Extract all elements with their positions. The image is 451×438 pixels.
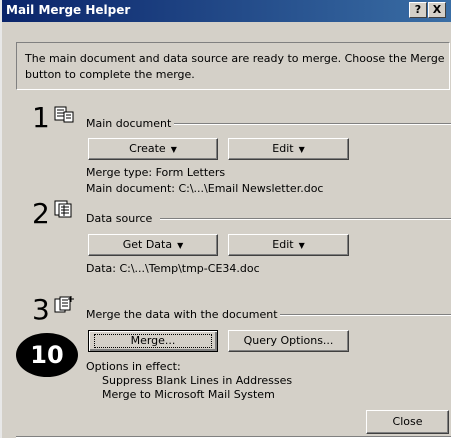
create-button-label: Create <box>129 142 166 155</box>
merge-button[interactable]: Merge... <box>88 330 218 352</box>
step-number-badge: 10 <box>16 333 78 377</box>
dropdown-arrow-icon: ▼ <box>177 241 184 250</box>
step-1-number: 1 <box>32 101 50 134</box>
title-bar: Mail Merge Helper ? X <box>2 0 451 22</box>
edit-main-document-button[interactable]: Edit ▼ <box>228 138 349 160</box>
create-button[interactable]: Create ▼ <box>88 138 218 160</box>
options-header: Options in effect: <box>86 360 181 373</box>
query-options-label: Query Options... <box>243 334 334 347</box>
help-button[interactable]: ? <box>409 2 427 18</box>
step-3-label: Merge the data with the document <box>86 308 278 321</box>
dropdown-arrow-icon: ▼ <box>298 241 305 250</box>
close-icon: X <box>432 3 442 16</box>
close-button-label: Close <box>392 415 423 428</box>
step-2-divider <box>160 218 451 220</box>
query-options-button[interactable]: Query Options... <box>228 330 349 352</box>
close-button[interactable]: Close <box>366 410 449 434</box>
main-document-path: Main document: C:\...\Email Newsletter.d… <box>86 182 324 195</box>
step-2-label: Data source <box>86 212 153 225</box>
dropdown-arrow-icon: ▼ <box>170 145 177 154</box>
dropdown-arrow-icon: ▼ <box>298 145 305 154</box>
data-source-path: Data: C:\...\Temp\tmp-CE34.doc <box>86 262 260 275</box>
help-icon: ? <box>414 3 422 16</box>
edit-data-button-label: Edit <box>272 238 294 251</box>
get-data-button[interactable]: Get Data ▼ <box>88 234 218 256</box>
step-3-divider <box>280 314 451 316</box>
intro-line-1: The main document and data source are re… <box>25 52 445 65</box>
focus-rectangle <box>94 334 212 348</box>
option-suppress-blank-lines: Suppress Blank Lines in Addresses <box>102 374 293 387</box>
step-3-number: 3 <box>32 293 50 326</box>
intro-line-2: button to complete the merge. <box>25 68 195 81</box>
edit-button-label: Edit <box>272 142 294 155</box>
intro-message: The main document and data source are re… <box>16 42 450 90</box>
main-document-icon <box>54 106 74 123</box>
step-2-number: 2 <box>32 197 50 230</box>
window-title: Mail Merge Helper <box>6 3 131 17</box>
step-1-divider <box>174 123 451 125</box>
step-1-label: Main document <box>86 117 172 130</box>
merge-type-text: Merge type: Form Letters <box>86 166 226 179</box>
edit-data-source-button[interactable]: Edit ▼ <box>228 234 349 256</box>
mail-merge-helper-dialog: Mail Merge Helper ? X The main document … <box>0 0 451 438</box>
option-merge-to-mail: Merge to Microsoft Mail System <box>102 388 275 401</box>
get-data-button-label: Get Data <box>122 238 173 251</box>
close-window-button[interactable]: X <box>428 2 446 18</box>
merge-icon <box>54 296 74 313</box>
data-source-icon <box>54 200 72 218</box>
